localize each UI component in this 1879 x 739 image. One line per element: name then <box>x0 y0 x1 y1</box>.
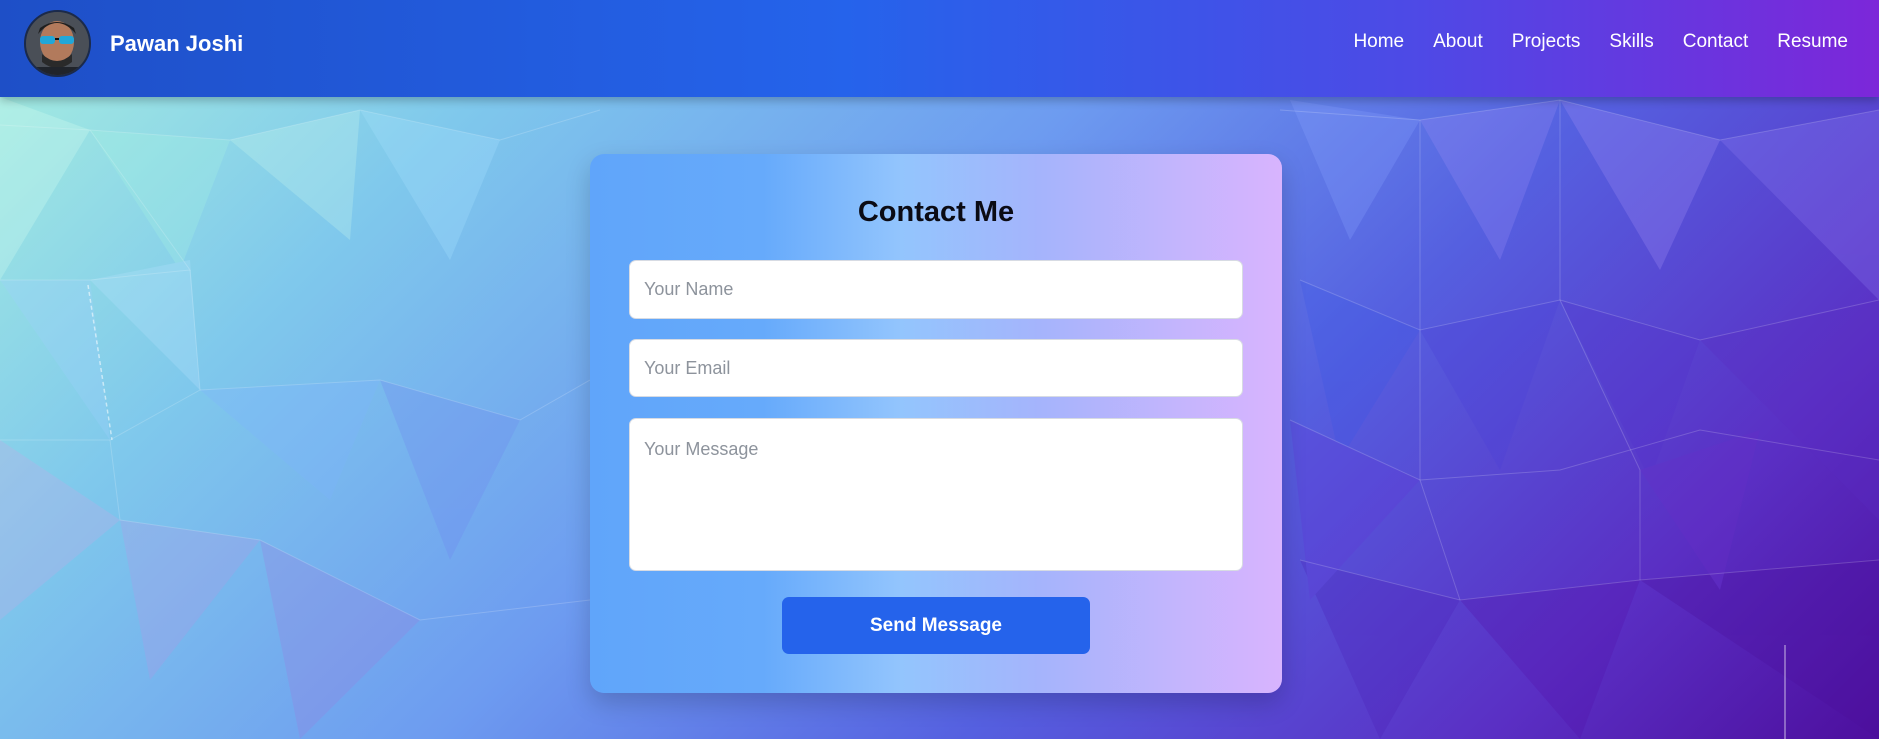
contact-title: Contact Me <box>857 196 1015 228</box>
email-input[interactable] <box>629 339 1243 397</box>
brand[interactable]: Pawan Joshi <box>24 10 243 77</box>
send-message-button[interactable]: Send Message <box>782 597 1090 654</box>
nav-link-home[interactable]: Home <box>1353 31 1404 53</box>
message-textarea[interactable] <box>629 418 1243 571</box>
main-nav: Home About Projects Skills Contact Resum… <box>1324 31 1848 53</box>
nav-link-projects[interactable]: Projects <box>1512 31 1581 53</box>
nav-link-resume[interactable]: Resume <box>1777 31 1848 53</box>
top-navbar: Pawan Joshi Home About Projects Skills C… <box>0 0 1879 97</box>
nav-link-skills[interactable]: Skills <box>1609 31 1653 53</box>
brand-name: Pawan Joshi <box>110 30 244 56</box>
nav-link-contact[interactable]: Contact <box>1683 31 1748 53</box>
contact-card: Contact Me Send Message <box>590 154 1282 693</box>
avatar <box>24 10 91 77</box>
page: Pawan Joshi Home About Projects Skills C… <box>0 0 1879 739</box>
name-input[interactable] <box>629 260 1243 319</box>
nav-link-about[interactable]: About <box>1433 31 1483 53</box>
profile-photo-icon <box>26 12 89 75</box>
